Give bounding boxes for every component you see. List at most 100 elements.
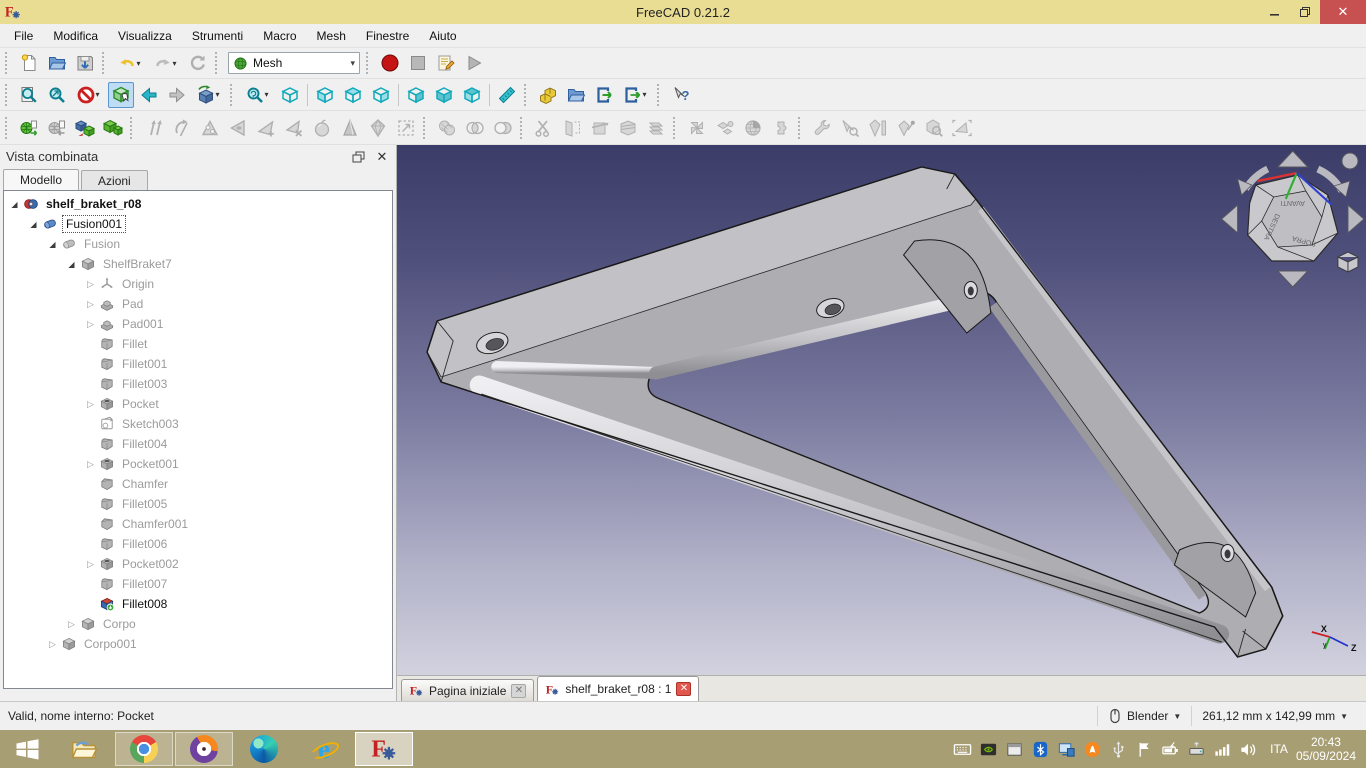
tree-item-fillet006[interactable]: Fillet006 bbox=[4, 534, 392, 554]
tray-network-pc-icon[interactable] bbox=[1057, 740, 1076, 759]
view-dimensions-selector[interactable]: 261,12 mm x 142,99 mm ▼ bbox=[1191, 706, 1358, 726]
taskbar-app-explorer[interactable] bbox=[55, 732, 113, 766]
restore-button[interactable] bbox=[1290, 0, 1320, 24]
view-bottom-button[interactable] bbox=[431, 82, 457, 108]
draw-style-button[interactable]: ▾ bbox=[72, 82, 106, 108]
tray-volume-icon[interactable] bbox=[1239, 740, 1258, 759]
tray-nvidia-icon[interactable] bbox=[979, 740, 998, 759]
whats-this-button[interactable]: ? bbox=[668, 82, 694, 108]
panel-close-button[interactable]: ✕ bbox=[374, 149, 390, 165]
tray-signal-icon[interactable] bbox=[1213, 740, 1232, 759]
undo-button[interactable]: ▾ bbox=[113, 50, 147, 76]
tray-keyboard-icon[interactable] bbox=[953, 740, 972, 759]
tree-item-fusion[interactable]: ◢ Fusion bbox=[4, 234, 392, 254]
navcube-front-label[interactable]: AVANTI bbox=[1281, 199, 1305, 206]
smooth-mesh-button[interactable] bbox=[309, 115, 335, 141]
expand-open-icon[interactable]: ◢ bbox=[65, 260, 78, 269]
difference-button[interactable] bbox=[490, 115, 516, 141]
tree-item-corpo001[interactable]: ▷ Corpo001 bbox=[4, 634, 392, 654]
tab-close-icon[interactable]: ✕ bbox=[676, 682, 692, 696]
tray-power-icon[interactable] bbox=[1161, 740, 1180, 759]
macro-stop-button[interactable] bbox=[405, 50, 431, 76]
close-hole-button[interactable] bbox=[225, 115, 251, 141]
chevron-down-icon[interactable]: ▾ bbox=[173, 59, 180, 68]
refine-mesh-button[interactable] bbox=[337, 115, 363, 141]
tree-item-fillet004[interactable]: Fillet004 bbox=[4, 434, 392, 454]
tree-item-origin[interactable]: ▷ Origin bbox=[4, 274, 392, 294]
expand-closed-icon[interactable]: ▷ bbox=[84, 459, 97, 470]
bounding-box-button[interactable] bbox=[393, 115, 419, 141]
minimize-button[interactable] bbox=[1260, 0, 1290, 24]
chevron-down-icon[interactable]: ▾ bbox=[643, 90, 650, 99]
tree-item-shelfbraket7[interactable]: ◢ ShelfBraket7 bbox=[4, 254, 392, 274]
macro-record-button[interactable] bbox=[377, 50, 403, 76]
measure-distance-button[interactable] bbox=[494, 82, 520, 108]
fit-selection-button[interactable] bbox=[44, 82, 70, 108]
redo-button[interactable]: ▾ bbox=[149, 50, 183, 76]
isometric-view-button[interactable]: ▾ bbox=[192, 82, 226, 108]
curvature-plot-button[interactable] bbox=[865, 115, 891, 141]
chevron-down-icon[interactable]: ▾ bbox=[96, 90, 103, 99]
menu-mesh[interactable]: Mesh bbox=[307, 25, 356, 47]
taskbar-app-chrome[interactable] bbox=[115, 732, 173, 766]
expand-open-icon[interactable]: ◢ bbox=[8, 200, 21, 209]
menu-file[interactable]: File bbox=[4, 25, 43, 47]
tray-avast-icon[interactable] bbox=[1083, 740, 1102, 759]
3d-viewport[interactable]: AVANTI DESTRA SOPRA X y Z bbox=[397, 145, 1366, 675]
tray-show-desktop-icon[interactable] bbox=[1005, 740, 1024, 759]
unwrap-mesh-button[interactable] bbox=[643, 115, 669, 141]
document-tab-pagina-iniziale[interactable]: F Pagina iniziale ✕ bbox=[401, 679, 535, 701]
panel-float-button[interactable] bbox=[350, 149, 366, 165]
menu-aiuto[interactable]: Aiuto bbox=[419, 25, 466, 47]
add-triangle-button[interactable] bbox=[253, 115, 279, 141]
tray-flag-icon[interactable] bbox=[1135, 740, 1154, 759]
regular-solid-button[interactable] bbox=[100, 115, 126, 141]
shelf-bracket-model[interactable] bbox=[426, 166, 1284, 658]
refresh-button[interactable] bbox=[185, 50, 211, 76]
inspect-mesh-button[interactable] bbox=[921, 115, 947, 141]
boundary-button[interactable] bbox=[949, 115, 975, 141]
tree-item-pad[interactable]: ▷ Pad bbox=[4, 294, 392, 314]
view-front-button[interactable] bbox=[312, 82, 338, 108]
new-document-button[interactable] bbox=[16, 50, 42, 76]
tree-item-shelf_braket_r08[interactable]: ◢ shelf_braket_r08 bbox=[4, 194, 392, 214]
view-right-button[interactable] bbox=[368, 82, 394, 108]
chevron-down-icon[interactable]: ▾ bbox=[265, 90, 272, 99]
expand-closed-icon[interactable]: ▷ bbox=[46, 639, 59, 650]
navigate-back-button[interactable] bbox=[136, 82, 162, 108]
tree-item-sketch003[interactable]: Sketch003 bbox=[4, 414, 392, 434]
expand-open-icon[interactable]: ◢ bbox=[27, 220, 40, 229]
taskbar-clock[interactable]: 20:43 05/09/2024 bbox=[1296, 735, 1356, 763]
view-rear-button[interactable] bbox=[403, 82, 429, 108]
trim-by-plane-button[interactable] bbox=[559, 115, 585, 141]
tray-bluetooth-icon[interactable] bbox=[1031, 740, 1050, 759]
navigation-style-selector[interactable]: Blender ▼ bbox=[1097, 706, 1191, 726]
tree-item-fillet008[interactable]: Fillet008 bbox=[4, 594, 392, 614]
taskbar-app-ie[interactable]: e bbox=[295, 732, 353, 766]
start-button[interactable] bbox=[0, 730, 54, 768]
tree-item-fusion001[interactable]: ◢ Fusion001 bbox=[4, 214, 392, 234]
tree-item-fillet003[interactable]: Fillet003 bbox=[4, 374, 392, 394]
tree-item-pocket002[interactable]: ▷ Pocket002 bbox=[4, 554, 392, 574]
chevron-down-icon[interactable]: ▾ bbox=[137, 59, 144, 68]
expand-closed-icon[interactable]: ▷ bbox=[65, 619, 78, 630]
tree-item-fillet[interactable]: Fillet bbox=[4, 334, 392, 354]
language-indicator[interactable]: ITA bbox=[1270, 742, 1288, 756]
tree-item-chamfer001[interactable]: Chamfer001 bbox=[4, 514, 392, 534]
tray-usb-icon[interactable] bbox=[1109, 740, 1128, 759]
view-axonometric-button[interactable] bbox=[277, 82, 303, 108]
document-tab-shelf-braket-r08-1[interactable]: Fshelf_braket_r08 : 1 ✕ bbox=[537, 676, 700, 701]
menu-macro[interactable]: Macro bbox=[253, 25, 306, 47]
create-part-button[interactable] bbox=[535, 82, 561, 108]
expand-open-icon[interactable]: ◢ bbox=[46, 240, 59, 249]
evaluate-repair-button[interactable] bbox=[809, 115, 835, 141]
menu-modifica[interactable]: Modifica bbox=[43, 25, 108, 47]
tab-close-icon[interactable]: ✕ bbox=[511, 683, 527, 698]
macro-run-button[interactable] bbox=[461, 50, 487, 76]
tree-item-pad001[interactable]: ▷ Pad001 bbox=[4, 314, 392, 334]
sphere-approximation-button[interactable] bbox=[740, 115, 766, 141]
save-document-button[interactable] bbox=[72, 50, 98, 76]
curvature-info-button[interactable] bbox=[893, 115, 919, 141]
import-mesh-button[interactable] bbox=[16, 115, 42, 141]
taskbar-app-freecad[interactable]: F bbox=[355, 732, 413, 766]
